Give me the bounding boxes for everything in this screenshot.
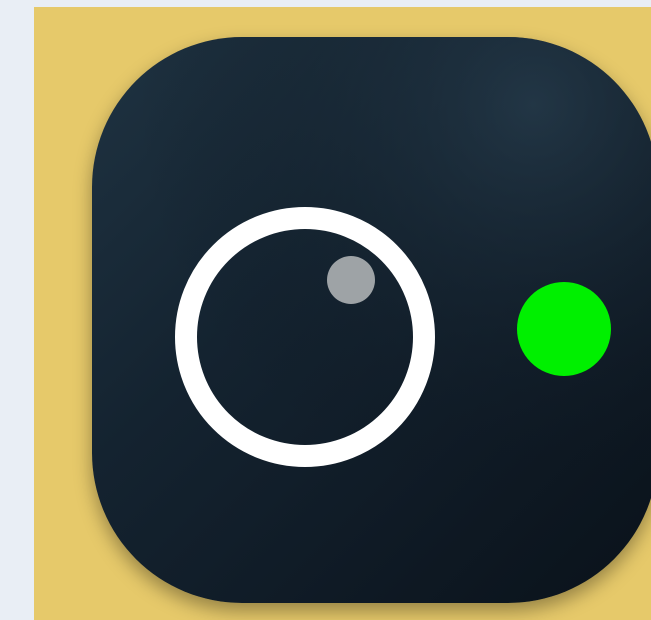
yellow-background-tile (34, 7, 651, 620)
lens-highlight-icon (327, 256, 375, 304)
camera-app-glyph (92, 37, 651, 603)
recording-indicator-dot-icon (517, 282, 611, 376)
screen (0, 0, 651, 620)
camera-app-icon[interactable] (92, 37, 651, 603)
